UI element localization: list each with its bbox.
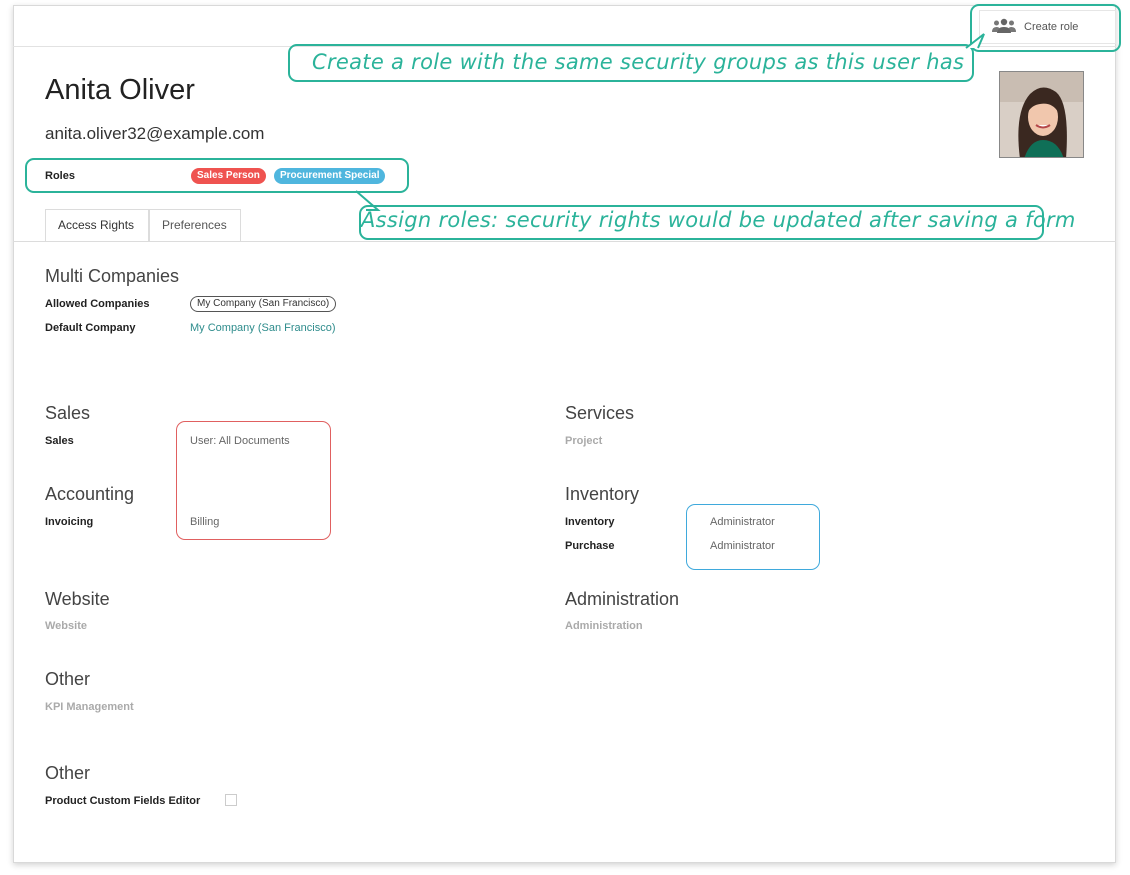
default-company-link[interactable]: My Company (San Francisco) (190, 322, 336, 334)
user-name[interactable]: Anita Oliver (45, 74, 195, 107)
role-tag-procurement-special[interactable]: Procurement Special (274, 168, 386, 184)
kpi-management-field-label: KPI Management (45, 701, 134, 713)
tab-preferences[interactable]: Preferences (149, 209, 241, 242)
procurement-role-highlight (686, 504, 820, 570)
sales-field-label: Sales (45, 435, 74, 447)
product-custom-fields-editor-checkbox[interactable] (225, 794, 237, 806)
administration-field-label: Administration (565, 620, 643, 632)
section-services: Services (565, 403, 635, 423)
assign-roles-callout-text: Assign roles: security rights would be u… (361, 208, 1076, 232)
allowed-companies-label: Allowed Companies (45, 298, 150, 310)
section-accounting: Accounting (45, 484, 135, 504)
website-field-label: Website (45, 620, 87, 632)
section-multi-companies: Multi Companies (45, 266, 180, 286)
section-website: Website (45, 589, 110, 609)
section-sales: Sales (45, 403, 91, 423)
tabs-divider (13, 241, 1116, 242)
section-other-kpi: Other (45, 669, 91, 689)
callout-pointer (965, 33, 985, 49)
user-email[interactable]: anita.oliver32@example.com (45, 124, 264, 144)
user-avatar[interactable] (999, 71, 1084, 158)
allowed-company-tag[interactable]: My Company (San Francisco) (190, 296, 337, 312)
tab-access-rights[interactable]: Access Rights (45, 209, 149, 242)
sales-role-highlight (176, 421, 331, 540)
product-custom-fields-editor-label: Product Custom Fields Editor (45, 795, 201, 807)
role-tag-sales-person[interactable]: Sales Person (191, 168, 266, 184)
invoicing-field-label: Invoicing (45, 516, 94, 528)
create-role-button-highlight (970, 4, 1121, 52)
section-inventory: Inventory (565, 484, 640, 504)
section-administration: Administration (565, 589, 680, 609)
inventory-field-label: Inventory (565, 516, 615, 528)
default-company-label: Default Company (45, 322, 136, 334)
create-role-callout-text: Create a role with the same security gro… (312, 50, 965, 74)
roles-label: Roles (45, 170, 75, 182)
section-other-custom-fields: Other (45, 763, 91, 783)
project-field-label: Project (565, 435, 603, 447)
purchase-field-label: Purchase (565, 540, 615, 552)
